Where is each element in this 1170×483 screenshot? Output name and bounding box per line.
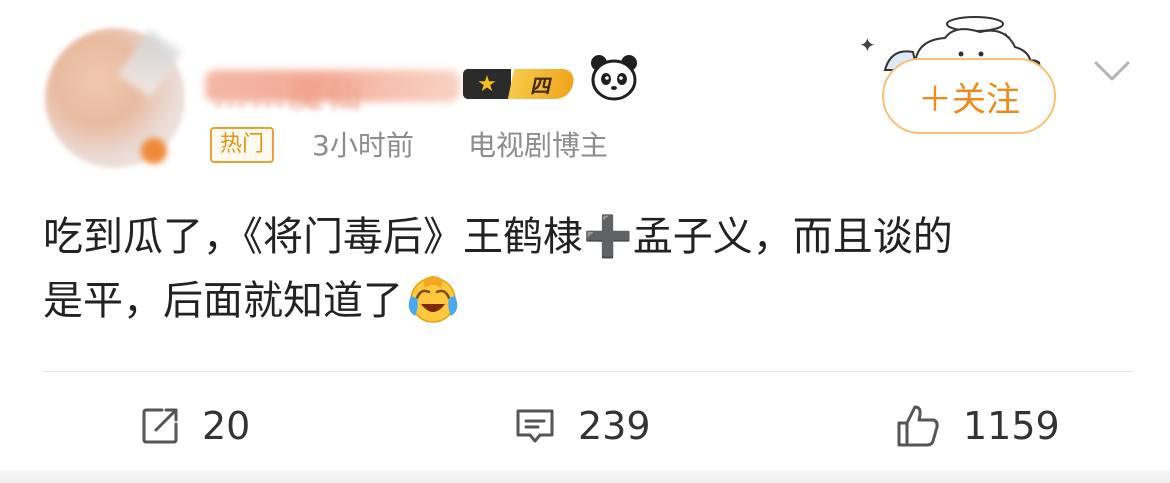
svg-text:✦: ✦ (859, 33, 876, 57)
share-icon (142, 408, 178, 444)
chevron-down-icon[interactable] (1093, 58, 1131, 84)
repost-count: 20 (202, 404, 251, 448)
post-time: 3小时前 (312, 129, 414, 162)
divider (43, 371, 1133, 372)
star-icon: ★ (463, 69, 511, 99)
content-line2: 是平，后面就知道了 (43, 278, 403, 324)
bottom-shade (0, 470, 1170, 483)
comment-icon (516, 409, 554, 443)
weibo-post: ……魔仙 ★ 四 热门 3小时前 电视剧博主 ✦ ✦ ＋关注 吃到瓜了，《将门毒… (0, 0, 1170, 483)
like-button[interactable]: 1159 (895, 400, 1060, 452)
like-icon (897, 405, 939, 447)
comment-count: 239 (578, 404, 651, 448)
panda-icon (591, 55, 637, 101)
author-role: 电视剧博主 (468, 129, 609, 162)
comment-button[interactable]: 239 (514, 400, 651, 452)
username-text: ……魔仙 (213, 76, 365, 116)
repost-button[interactable]: 20 (140, 400, 250, 452)
post-content: 吃到瓜了，《将门毒后》王鹤棣➕孟子义，而且谈的 是平，后面就知道了 (43, 205, 1133, 333)
content-line1-a: 吃到瓜了，《将门毒后》王鹤棣 (43, 214, 583, 260)
hot-tag: 热门 (210, 127, 275, 163)
level-text: 四 (507, 69, 577, 99)
plus-emoji: ➕ (583, 214, 633, 260)
laughing-crying-emoji (408, 276, 458, 323)
content-line1-b: 孟子义，而且谈的 (632, 214, 953, 260)
level-badge[interactable]: ★ 四 (463, 68, 583, 100)
avatar-blur-dot (141, 138, 167, 164)
avatar[interactable] (45, 28, 185, 168)
avatar-blur-streak (117, 29, 183, 98)
like-count: 1159 (963, 404, 1060, 448)
follow-button[interactable]: ＋关注 (882, 58, 1056, 134)
